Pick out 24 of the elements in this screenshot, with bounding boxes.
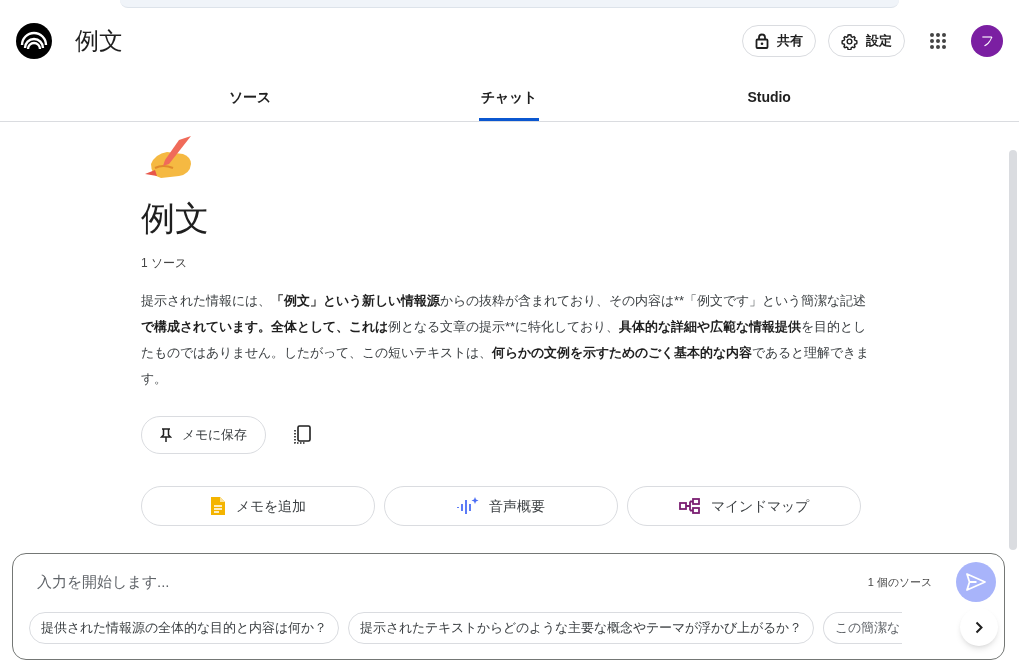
notebook-title: 例文 <box>75 26 123 56</box>
tab[interactable]: ソース <box>226 74 273 121</box>
chat-input-field[interactable]: 入力を開始します... <box>37 570 868 594</box>
mind-map-icon <box>679 498 701 514</box>
scrollbar[interactable] <box>1009 150 1017 550</box>
copy-icon[interactable] <box>292 425 312 445</box>
next-suggestions-button[interactable] <box>960 608 998 646</box>
notebook-heading: 例文 <box>141 198 210 238</box>
tab[interactable]: Studio <box>745 74 793 121</box>
apps-grid-icon[interactable] <box>929 32 947 50</box>
logo-icon <box>16 23 52 59</box>
audio-wave-icon <box>457 496 479 516</box>
lock-icon <box>755 33 769 49</box>
summary-paragraph: 提示された情報には、「例文」という新しい情報源からの抜粋が含まれており、その内容は**「例文です」という簡潔な記述 で構成されています。全体として、これは例となる文章の提示**に特化しており、具体的な詳細や広範な情報提供を目的としたものではありません。したがって、この短いテキストは、何らかの文例を示すためのごく基本的な内容であると理解できます。 <box>141 292 870 388</box>
document-icon <box>210 496 226 516</box>
chevron-right-icon <box>975 620 983 634</box>
settings-icon <box>841 32 858 50</box>
source-count: 1 ソース <box>141 255 188 272</box>
send-icon <box>966 573 986 591</box>
avatar[interactable]: フ <box>971 25 1003 57</box>
tab[interactable]: チャット <box>479 74 540 121</box>
send-button[interactable] <box>956 562 996 602</box>
source-count: 1 個のソース <box>867 574 932 590</box>
pin-icon <box>160 428 172 442</box>
